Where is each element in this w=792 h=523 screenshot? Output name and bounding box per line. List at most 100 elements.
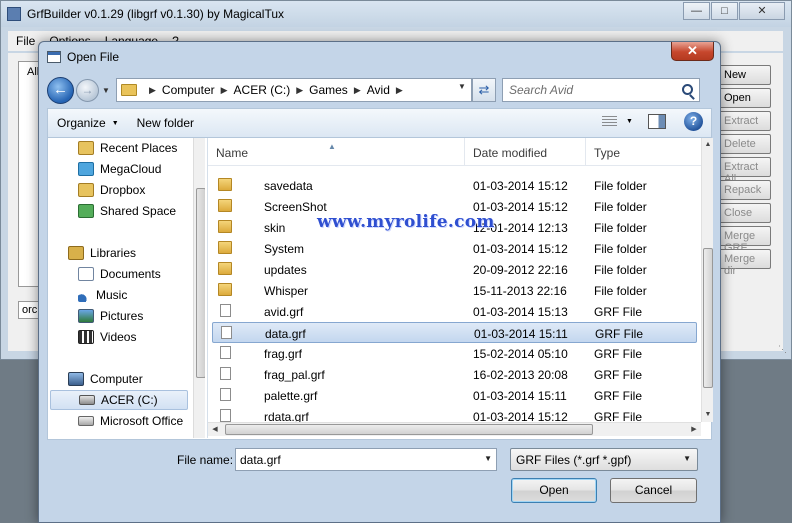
address-bar[interactable]: ▶ Computer ▶ ACER (C:) ▶ Games ▶ Avid ▶ …	[116, 78, 472, 102]
nav-megacloud[interactable]: MegaCloud	[78, 159, 161, 179]
history-dropdown-icon[interactable]: ▼	[100, 86, 112, 95]
nav-scrollbar[interactable]	[193, 138, 205, 438]
nav-libraries[interactable]: Libraries	[68, 243, 136, 263]
table-row[interactable]: palette.grf 01-03-2014 15:11 GRF File	[212, 385, 697, 406]
extract-button[interactable]: Extract	[713, 111, 771, 131]
preview-pane-icon[interactable]	[648, 114, 666, 129]
dialog-close-icon[interactable]: ✕	[671, 42, 714, 61]
open-file-dialog: Open File ✕ ← → ▼ ▶ Computer ▶ ACER (C:)…	[38, 41, 721, 523]
nav-shared-space[interactable]: Shared Space	[78, 201, 176, 221]
nav-drive-office[interactable]: Microsoft Office	[78, 411, 183, 431]
nav-pictures[interactable]: Pictures	[78, 306, 143, 326]
merge-dir-button[interactable]: Merge dir	[713, 249, 771, 277]
documents-icon	[78, 267, 94, 281]
file-type-value: GRF Files (*.grf *.gpf)	[516, 453, 632, 467]
scroll-down-icon[interactable]: ▼	[702, 408, 714, 422]
table-row[interactable]: savedata 01-03-2014 15:12 File folder	[212, 175, 697, 196]
breadcrumb-games[interactable]: Games	[309, 83, 348, 97]
maximize-icon[interactable]: □	[711, 2, 738, 20]
date-modified-cell: 16-02-2013 20:08	[473, 368, 568, 382]
file-name-cell: palette.grf	[264, 389, 318, 403]
nav-videos[interactable]: Videos	[78, 327, 136, 347]
column-type[interactable]: Type	[586, 138, 701, 166]
file-name-cell: updates	[264, 263, 307, 277]
file-vertical-scrollbar[interactable]: ▲ ▼	[701, 138, 713, 422]
delete-button[interactable]: Delete	[713, 134, 771, 154]
forward-arrow-icon[interactable]: →	[76, 78, 99, 102]
table-row[interactable]: updates 20-09-2012 22:16 File folder	[212, 259, 697, 280]
table-row[interactable]: Whisper 15-11-2013 22:16 File folder	[212, 280, 697, 301]
breadcrumb-separator-icon[interactable]: ▶	[396, 85, 403, 96]
column-date-label: Date modified	[473, 146, 548, 160]
nav-label: Recent Places	[100, 141, 178, 155]
organize-button[interactable]: Organize ▼	[48, 109, 128, 137]
breadcrumb-separator-icon[interactable]: ▶	[296, 85, 303, 96]
file-type-select[interactable]: GRF Files (*.grf *.gpf) ▼	[510, 448, 698, 471]
nav-documents[interactable]: Documents	[78, 264, 161, 284]
help-icon[interactable]: ?	[684, 112, 703, 131]
search-input[interactable]	[509, 83, 669, 97]
chevron-down-icon[interactable]: ▼	[484, 454, 492, 463]
nav-recent-places[interactable]: Recent Places	[78, 138, 177, 158]
file-icon	[220, 346, 231, 359]
address-dropdown-icon[interactable]: ▼	[455, 82, 469, 91]
search-icon[interactable]	[682, 84, 693, 95]
scroll-right-icon[interactable]: ▶	[687, 423, 701, 437]
search-box[interactable]	[502, 78, 700, 102]
file-hscroll-thumb[interactable]	[225, 424, 593, 435]
type-cell: GRF File	[594, 389, 642, 403]
table-row[interactable]: System 01-03-2014 15:12 File folder	[212, 238, 697, 259]
file-scroll-thumb[interactable]	[703, 248, 713, 388]
breadcrumb-avid[interactable]: Avid	[367, 83, 390, 97]
table-row[interactable]: data.grf 01-03-2014 15:11 GRF File	[212, 322, 697, 343]
nav-dropbox[interactable]: Dropbox	[78, 180, 145, 200]
file-name-cell: Whisper	[264, 284, 309, 298]
nav-scroll-thumb[interactable]	[196, 188, 205, 378]
breadcrumb-separator-icon[interactable]: ▶	[354, 85, 361, 96]
breadcrumb-separator-icon[interactable]: ▶	[149, 85, 156, 96]
new-button[interactable]: New	[713, 65, 771, 85]
file-name-combobox[interactable]: ▼	[235, 448, 497, 471]
organize-label: Organize	[57, 116, 106, 130]
table-row[interactable]: avid.grf 01-03-2014 15:13 GRF File	[212, 301, 697, 322]
nav-label: Dropbox	[100, 183, 146, 197]
column-date[interactable]: Date modified	[465, 138, 586, 166]
file-horizontal-scrollbar[interactable]: ◀ ▶	[208, 422, 701, 436]
table-row[interactable]: frag_pal.grf 16-02-2013 20:08 GRF File	[212, 364, 697, 385]
new-folder-button[interactable]: New folder	[128, 109, 203, 137]
date-modified-cell: 01-03-2014 15:12	[473, 410, 568, 422]
column-name[interactable]: Name ▲	[208, 138, 465, 166]
date-modified-cell: 01-03-2014 15:11	[473, 389, 567, 403]
folder-icon	[218, 220, 232, 233]
back-arrow-icon[interactable]: ←	[47, 76, 74, 104]
scroll-up-icon[interactable]: ▲	[702, 138, 714, 152]
file-icon	[220, 388, 231, 401]
close-icon[interactable]: ✕	[739, 2, 785, 20]
open-button[interactable]: Open	[511, 478, 597, 503]
nav-drive-acer[interactable]: ACER (C:)	[50, 390, 188, 410]
nav-label: Music	[96, 288, 128, 302]
window-controls: — □ ✕	[682, 2, 785, 20]
scroll-left-icon[interactable]: ◀	[208, 423, 222, 437]
breadcrumb-separator-icon[interactable]: ▶	[221, 85, 228, 96]
minimize-icon[interactable]: —	[683, 2, 710, 20]
resize-grip-icon[interactable]: ⋱	[778, 344, 787, 355]
extract-all-button[interactable]: Extract All	[713, 157, 771, 185]
merge-grf-button[interactable]: Merge GRF	[713, 226, 771, 254]
table-row[interactable]: frag.grf 15-02-2014 05:10 GRF File	[212, 343, 697, 364]
repack-button[interactable]: Repack	[713, 180, 771, 200]
folder-icon	[218, 262, 232, 275]
close-button-bg[interactable]: Close	[713, 203, 771, 223]
nav-computer[interactable]: Computer	[68, 369, 143, 389]
cancel-button[interactable]: Cancel	[610, 478, 697, 503]
open-button-bg[interactable]: Open	[713, 88, 771, 108]
file-name-input[interactable]	[240, 452, 476, 467]
nav-music[interactable]: Music	[78, 285, 127, 305]
table-row[interactable]: rdata.grf 01-03-2014 15:12 GRF File	[212, 406, 697, 422]
menu-file[interactable]: File	[16, 34, 35, 48]
change-view-button[interactable]: ▼	[602, 116, 634, 127]
breadcrumb-drive[interactable]: ACER (C:)	[234, 83, 291, 97]
refresh-icon[interactable]: ⇄	[472, 78, 496, 102]
type-cell: GRF File	[594, 305, 642, 319]
breadcrumb-computer[interactable]: Computer	[162, 83, 215, 97]
